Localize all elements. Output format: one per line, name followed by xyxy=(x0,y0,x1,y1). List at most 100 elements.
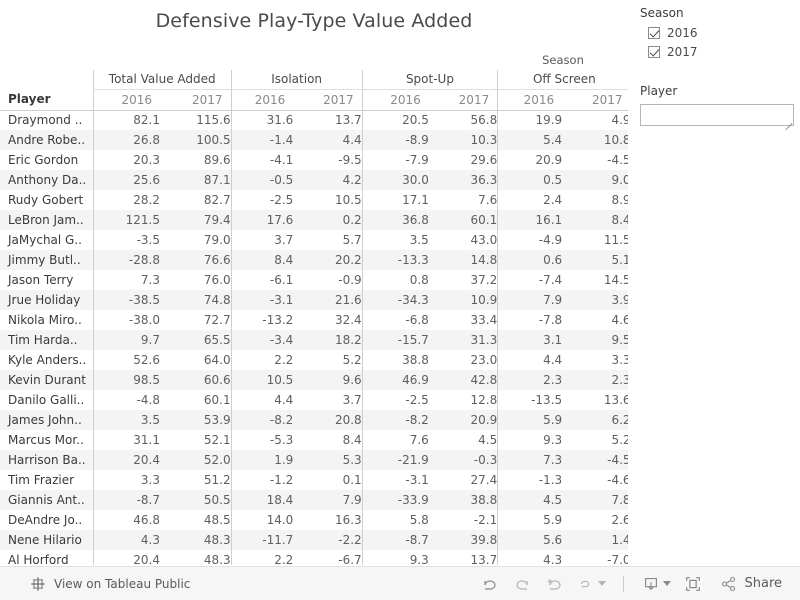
refresh-button[interactable] xyxy=(571,571,611,597)
table-row[interactable]: Draymond .. 82.1 115.6 31.6 13.7 20.5 56.8 19.9… xyxy=(0,110,628,130)
cell-value[interactable]: -34.3 xyxy=(361,290,429,310)
cell-value[interactable]: 39.8 xyxy=(428,530,498,550)
cell-value[interactable]: 5.9 xyxy=(497,510,563,530)
cell-player-name[interactable]: Tim Frazier xyxy=(0,470,94,490)
cell-value[interactable]: 79.4 xyxy=(159,210,232,230)
cell-value[interactable]: 0.6 xyxy=(497,250,563,270)
cell-value[interactable]: 13.7 xyxy=(429,550,498,565)
cell-value[interactable]: 4.5 xyxy=(429,430,498,450)
cell-value[interactable]: -3.5 xyxy=(92,230,160,250)
cell-value[interactable]: 31.1 xyxy=(92,430,160,450)
cell-value[interactable]: 51.2 xyxy=(160,470,231,490)
season-checkbox-2017[interactable]: 2017 xyxy=(648,44,800,60)
table-row[interactable]: Kyle Anders.. 52.6 64.0 2.2 5.2 38.8 23.0 4.4 3.… xyxy=(0,350,628,370)
cell-value[interactable]: -2.1 xyxy=(429,510,498,530)
cell-value[interactable]: 12.8 xyxy=(429,390,498,410)
cell-value[interactable]: -4.6 xyxy=(562,470,628,490)
cell-player-name[interactable]: LeBron Jam.. xyxy=(0,210,94,230)
chevron-down-icon[interactable] xyxy=(597,581,606,586)
cell-value[interactable]: 26.8 xyxy=(92,130,160,150)
cell-value[interactable]: 2.4 xyxy=(497,190,563,210)
cell-value[interactable]: 48.5 xyxy=(160,510,231,530)
cell-value[interactable]: 4.3 xyxy=(497,550,563,565)
share-button[interactable]: Share xyxy=(720,571,782,597)
cell-value[interactable]: -8.2 xyxy=(361,410,429,430)
cell-player-name[interactable]: Jimmy Butl.. xyxy=(0,250,94,270)
cell-player-name[interactable]: Kevin Durant xyxy=(0,370,94,390)
table-row[interactable]: Jrue Holiday -38.5 74.8 -3.1 21.6 -34.3 10.9 7.… xyxy=(0,290,628,310)
table-row[interactable]: Danilo Galli.. -4.8 60.1 4.4 3.7 -2.5 12.8 -13.… xyxy=(0,390,628,410)
cell-value[interactable]: 7.6 xyxy=(361,430,429,450)
cell-value[interactable]: 4.4 xyxy=(230,390,294,410)
cell-value[interactable]: 9.7 xyxy=(92,330,160,350)
cell-value[interactable]: 60.1 xyxy=(160,390,231,410)
cell-value[interactable]: 29.6 xyxy=(429,150,498,170)
cell-value[interactable]: -2.5 xyxy=(361,390,429,410)
cell-value[interactable]: -9.5 xyxy=(293,150,362,170)
cell-value[interactable]: -0.3 xyxy=(428,450,498,470)
undo-button[interactable] xyxy=(475,571,505,597)
table-row[interactable]: Anthony Da.. 25.6 87.1 -0.5 4.2 30.0 36.3 0.5 9.… xyxy=(0,170,628,190)
cell-value[interactable]: 98.5 xyxy=(92,370,160,390)
cell-value[interactable]: 5.9 xyxy=(497,410,563,430)
table-row[interactable]: Kevin Durant 98.5 60.6 10.5 9.6 46.9 42.8 2.3 2.… xyxy=(0,370,628,390)
cell-value[interactable]: 10.5 xyxy=(230,370,294,390)
cell-value[interactable]: 37.2 xyxy=(429,270,498,290)
cell-player-name[interactable]: Andre Robe.. xyxy=(0,130,94,150)
player-search-box[interactable] xyxy=(640,104,794,131)
cell-value[interactable]: 7.3 xyxy=(92,270,160,290)
cell-value[interactable]: -7.4 xyxy=(497,270,563,290)
cell-value[interactable]: 28.2 xyxy=(92,190,160,210)
cell-value[interactable]: 100.5 xyxy=(159,130,232,150)
cell-value[interactable]: 2.6 xyxy=(562,510,628,530)
cell-value[interactable]: 3.5 xyxy=(92,410,160,430)
cell-value[interactable]: 87.1 xyxy=(159,170,232,190)
cell-player-name[interactable]: James John.. xyxy=(0,410,94,430)
table-row[interactable]: Tim Harda.. 9.7 65.5 -3.4 18.2 -15.7 31.3 3.1 9.… xyxy=(0,330,628,350)
cell-value[interactable]: 9.5 xyxy=(562,330,628,350)
cell-value[interactable]: 36.8 xyxy=(361,210,429,230)
cell-player-name[interactable]: Giannis Ant.. xyxy=(0,490,94,510)
cell-value[interactable]: -3.1 xyxy=(230,290,294,310)
cell-player-name[interactable]: Nikola Miro.. xyxy=(0,310,94,330)
column-header-iso-2017[interactable]: 2017 xyxy=(293,89,363,111)
cell-value[interactable]: 20.4 xyxy=(92,450,160,470)
cell-value[interactable]: -6.8 xyxy=(361,310,429,330)
column-header-offscreen-2017[interactable]: 2017 xyxy=(562,89,628,111)
column-group-isolation[interactable]: Isolation xyxy=(230,70,363,90)
cell-value[interactable]: -33.9 xyxy=(361,490,429,510)
table-row[interactable]: Marcus Mor..31.152.1-5.38.47.64.59.35.20… xyxy=(0,430,628,450)
cell-value[interactable]: 6.2 xyxy=(562,410,628,430)
cell-value[interactable]: -4.9 xyxy=(497,230,563,250)
cell-player-name[interactable]: Harrison Ba.. xyxy=(0,450,94,470)
cell-value[interactable]: 36.3 xyxy=(428,170,498,190)
cell-value[interactable]: -4.1 xyxy=(230,150,294,170)
cell-value[interactable]: 38.8 xyxy=(361,350,429,370)
cell-value[interactable]: -4.8 xyxy=(92,390,160,410)
cell-value[interactable]: -3.4 xyxy=(230,330,294,350)
cell-value[interactable]: 50.5 xyxy=(159,490,232,510)
cell-value[interactable]: 9.3 xyxy=(497,430,563,450)
column-header-player[interactable]: Player xyxy=(0,89,94,111)
cell-value[interactable]: -11.7 xyxy=(230,530,294,550)
cell-value[interactable]: 9.6 xyxy=(293,370,363,390)
column-group-spot-up[interactable]: Spot-Up xyxy=(361,70,498,90)
cell-value[interactable]: 82.1 xyxy=(92,110,160,130)
cell-player-name[interactable]: Danilo Galli.. xyxy=(0,390,94,410)
cell-value[interactable]: 21.6 xyxy=(293,290,363,310)
cell-value[interactable]: 2.2 xyxy=(230,350,294,370)
cell-value[interactable]: 60.1 xyxy=(428,210,498,230)
cell-value[interactable]: 33.4 xyxy=(429,310,498,330)
cell-value[interactable]: 14.8 xyxy=(428,250,498,270)
cell-value[interactable]: 52.6 xyxy=(92,350,160,370)
cell-value[interactable]: 121.5 xyxy=(92,210,160,230)
cell-value[interactable]: 3.3 xyxy=(92,470,160,490)
cell-value[interactable]: 82.7 xyxy=(160,190,231,210)
cell-value[interactable]: 7.8 xyxy=(562,490,628,510)
column-header-spotup-2017[interactable]: 2017 xyxy=(428,89,498,111)
redo-button[interactable] xyxy=(507,571,537,597)
cell-value[interactable]: -13.5 xyxy=(497,390,563,410)
cell-value[interactable]: 48.3 xyxy=(160,550,231,565)
cell-value[interactable]: -2.5 xyxy=(230,190,294,210)
cell-value[interactable]: 5.3 xyxy=(293,450,363,470)
